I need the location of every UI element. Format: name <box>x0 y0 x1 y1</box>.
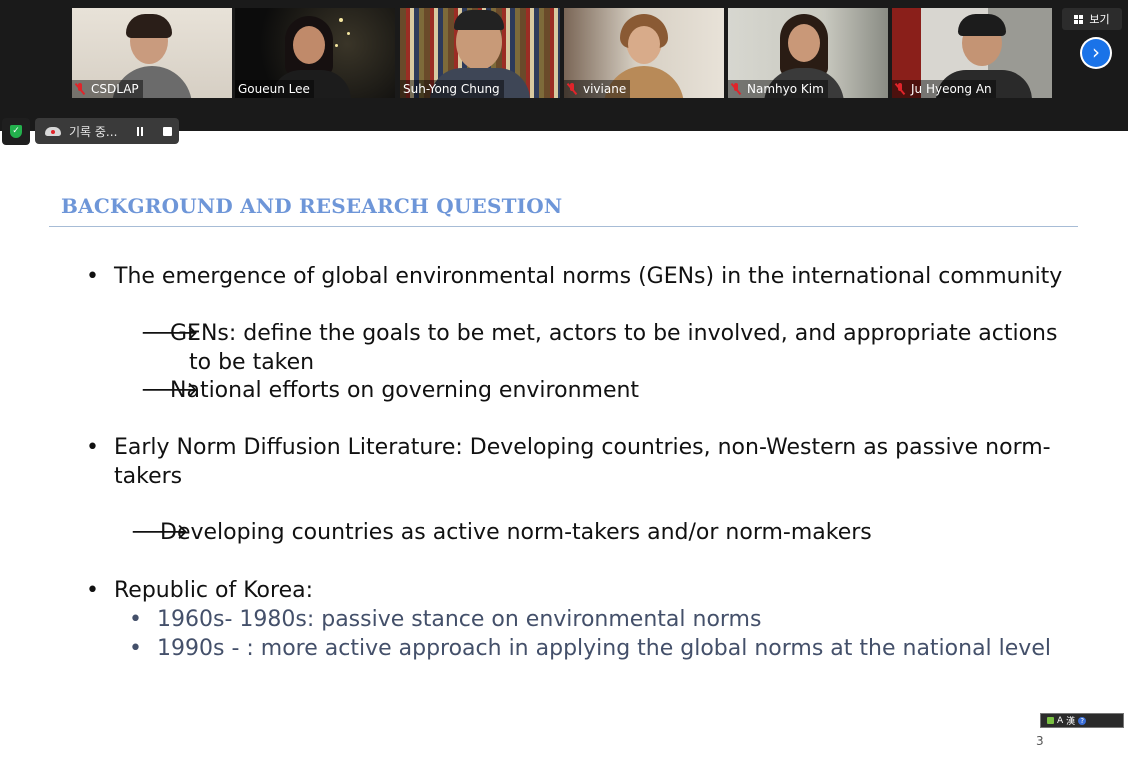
bullet-icon: • <box>86 435 99 460</box>
bullet-1-arrow-1: GENs: define the goals to be met, actors… <box>170 321 1058 346</box>
mic-off-icon <box>567 83 577 95</box>
participant-tile-csdlap[interactable]: CSDLAP <box>72 8 232 98</box>
recording-label: 기록 중... <box>69 124 118 139</box>
sub-bullet-icon: • <box>129 636 142 661</box>
participant-name-tag: viviane <box>564 80 631 98</box>
participant-name: viviane <box>583 82 627 96</box>
slide-title: BACKGROUND AND RESEARCH QUESTION <box>61 194 563 218</box>
participant-tile-namhyo-kim[interactable]: Namhyo Kim <box>728 8 888 98</box>
mic-off-icon <box>75 83 85 95</box>
participant-tile-goueun-lee[interactable]: Goueun Lee <box>235 8 395 98</box>
security-shield-button[interactable]: ✓ <box>2 118 30 145</box>
participant-tile-suh-yong-chung[interactable]: Suh-Yong Chung <box>400 8 560 98</box>
participant-tile-ju-hyeong-an[interactable]: Ju Hyeong An <box>892 8 1052 98</box>
ime-mode[interactable]: A <box>1057 716 1063 726</box>
help-icon[interactable]: ? <box>1078 716 1087 725</box>
cloud-record-icon <box>45 126 61 136</box>
bullet-1-arrow-2: National efforts on governing environmen… <box>170 378 640 403</box>
shield-check-icon: ✓ <box>10 125 22 138</box>
ime-hanja[interactable]: 漢 <box>1066 714 1075 727</box>
bullet-2-cont: takers <box>114 464 183 489</box>
participant-name-tag: Suh-Yong Chung <box>400 80 504 98</box>
grid-view-icon <box>1074 14 1084 24</box>
bullet-icon: • <box>86 578 99 603</box>
participant-name-tag: Namhyo Kim <box>728 80 828 98</box>
participant-name: CSDLAP <box>91 82 139 96</box>
mic-off-icon <box>731 83 741 95</box>
bullet-2-arrow: Developing countries as active norm-take… <box>160 520 872 545</box>
participant-name: Ju Hyeong An <box>911 82 992 96</box>
view-button[interactable]: 보기 <box>1062 8 1122 30</box>
bullet-3-sub-1: 1960s- 1980s: passive stance on environm… <box>157 607 762 632</box>
stop-recording-button[interactable] <box>163 126 173 136</box>
sub-bullet-icon: • <box>129 607 142 632</box>
bullet-3-sub-2: 1990s - : more active approach in applyi… <box>157 636 1051 661</box>
bullet-icon: • <box>86 264 99 289</box>
keyboard-icon <box>1047 717 1054 724</box>
participant-name-tag: Goueun Lee <box>235 80 314 98</box>
mic-off-icon <box>895 83 905 95</box>
slide-page-number: 3 <box>1036 734 1044 748</box>
next-page-button[interactable]: › <box>1080 37 1112 69</box>
bullet-2: Early Norm Diffusion Literature: Develop… <box>114 435 1051 460</box>
participant-name: Suh-Yong Chung <box>403 82 500 96</box>
participant-name: Goueun Lee <box>238 82 310 96</box>
recording-indicator: 기록 중... <box>35 118 179 144</box>
pause-recording-button[interactable] <box>137 126 144 136</box>
bullet-3: Republic of Korea: <box>114 578 313 603</box>
view-button-label: 보기 <box>1089 13 1110 26</box>
participant-name-tag: CSDLAP <box>72 80 143 98</box>
chevron-right-icon: › <box>1082 39 1110 67</box>
participant-tile-viviane[interactable]: viviane <box>564 8 724 98</box>
ime-toolbar[interactable]: A 漢 ? <box>1040 713 1124 728</box>
participant-strip: CSDLAP Goueun Lee Suh-Yong Chung viviane… <box>0 0 1128 131</box>
bullet-1: The emergence of global environmental no… <box>114 264 1063 289</box>
participant-name: Namhyo Kim <box>747 82 824 96</box>
title-divider <box>49 226 1078 227</box>
participant-name-tag: Ju Hyeong An <box>892 80 996 98</box>
bullet-1-arrow-1-cont: to be taken <box>189 350 315 375</box>
